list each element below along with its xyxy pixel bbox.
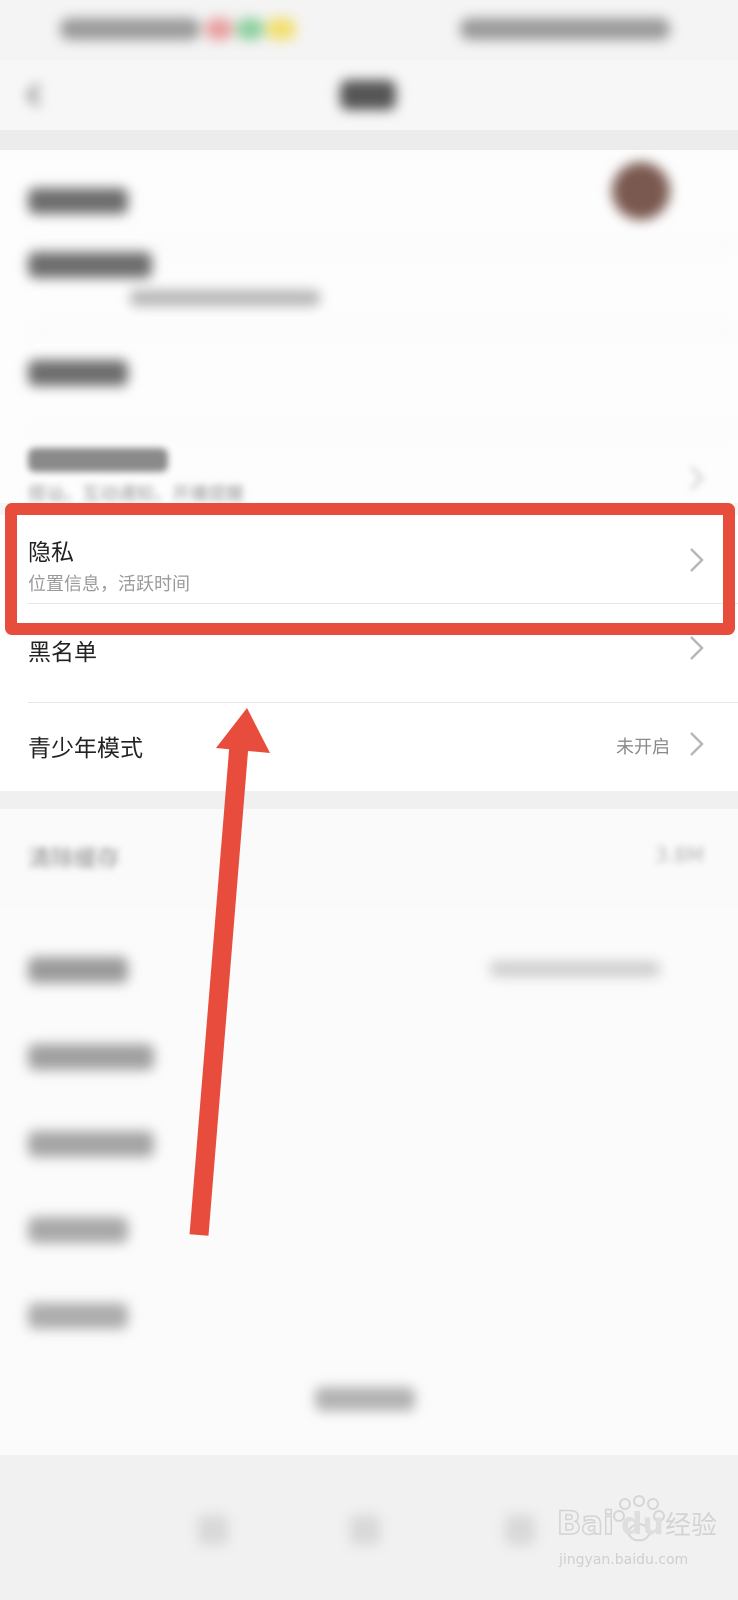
baidu-jingyan-watermark: Bai du 经验 jingyan.baidu.com: [556, 1495, 717, 1568]
svg-text:du: du: [621, 1507, 664, 1542]
pointer-arrow: [189, 708, 270, 1236]
watermark-url: jingyan.baidu.com: [558, 1552, 688, 1568]
svg-text:经验: 经验: [665, 1511, 717, 1541]
svg-text:Bai: Bai: [557, 1504, 614, 1542]
